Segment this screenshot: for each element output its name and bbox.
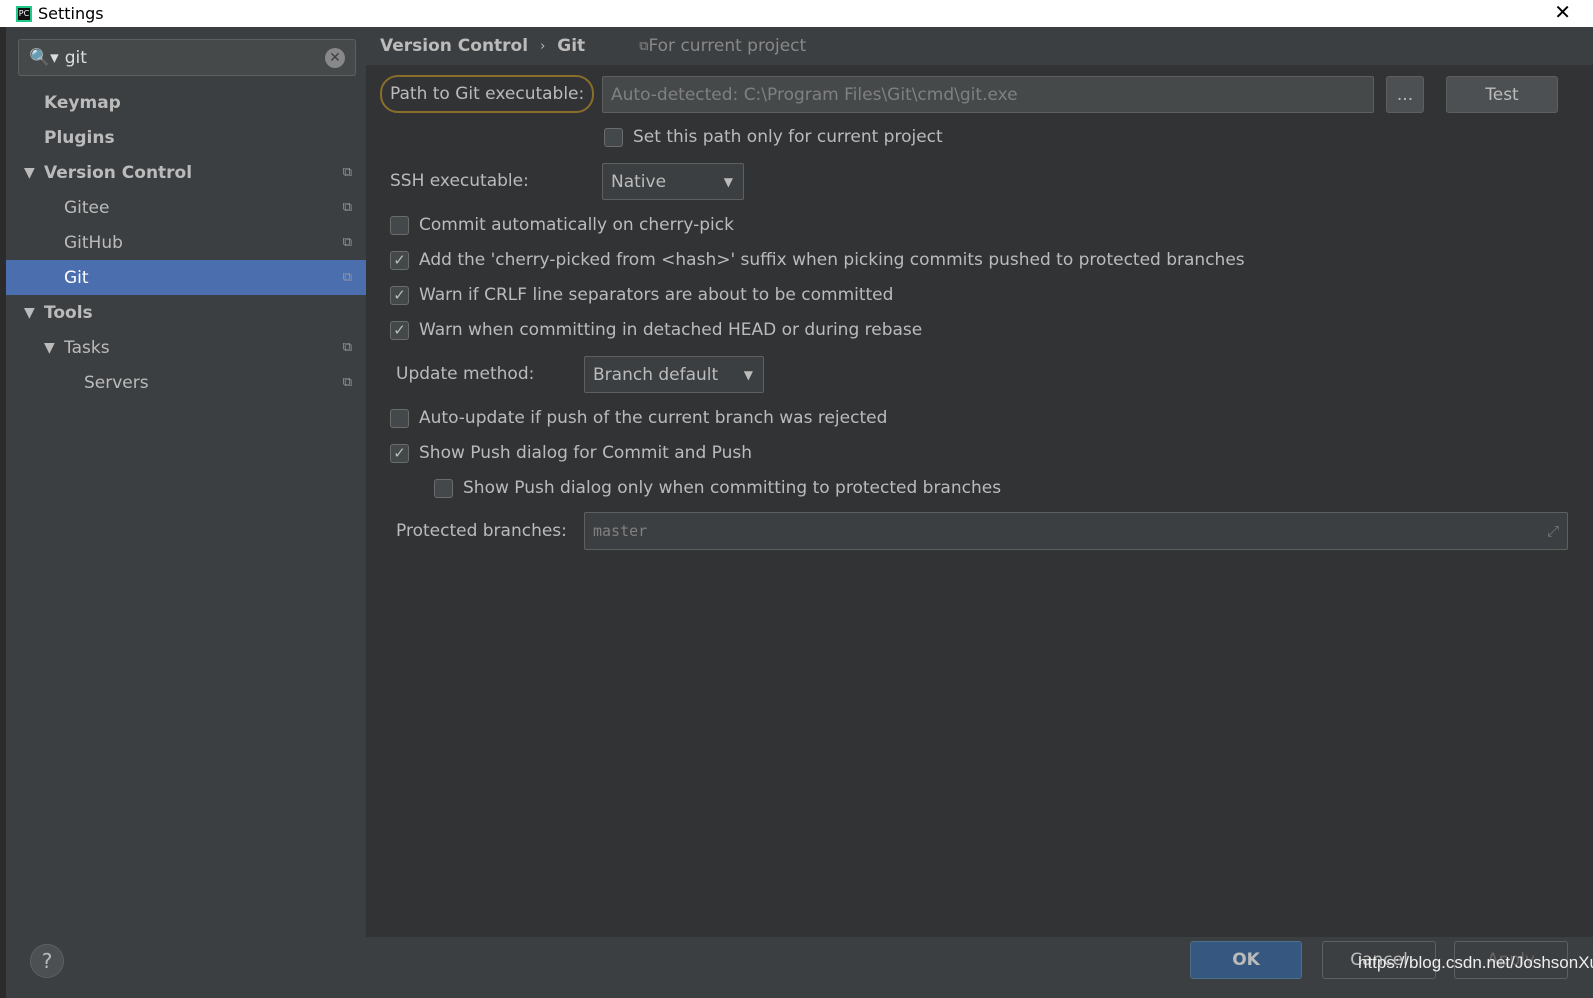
breadcrumb: Version Control › Git ⧉ For current proj… xyxy=(366,27,1593,65)
tree-item-github[interactable]: GitHub ⧉ xyxy=(6,225,366,260)
tree-item-version-control[interactable]: ▼ Version Control ⧉ xyxy=(6,155,366,190)
breadcrumb-current: Git xyxy=(557,36,586,56)
tree-item-label: Gitee xyxy=(64,197,110,218)
project-scope-icon: ⧉ xyxy=(342,340,352,355)
update-method-value: Branch default xyxy=(593,364,719,385)
checkbox-label: Auto-update if push of the current branc… xyxy=(419,408,888,428)
test-button[interactable]: Test xyxy=(1446,76,1558,113)
checkbox-label: Warn when committing in detached HEAD or… xyxy=(419,320,923,340)
git-path-placeholder: Auto-detected: C:\Program Files\Git\cmd\… xyxy=(611,84,1018,105)
tree-item-gitee[interactable]: Gitee ⧉ xyxy=(6,190,366,225)
search-icon: 🔍▾ xyxy=(29,47,59,68)
scope-label: For current project xyxy=(648,36,807,56)
breadcrumb-separator: › xyxy=(540,38,546,54)
project-scope-icon: ⧉ xyxy=(342,165,352,180)
tree-item-label: Git xyxy=(64,267,89,288)
search-value: git xyxy=(64,47,87,68)
suffix-checkbox[interactable]: ✓ Add the 'cherry-picked from <hash>' suf… xyxy=(390,250,1245,270)
cherry-pick-checkbox[interactable]: Commit automatically on cherry-pick xyxy=(390,215,734,235)
chevron-down-icon: ▼ xyxy=(723,174,733,189)
detached-head-checkbox[interactable]: ✓ Warn when committing in detached HEAD o… xyxy=(390,320,922,340)
project-scope-icon: ⧉ xyxy=(342,270,352,285)
tree-item-plugins[interactable]: Plugins xyxy=(6,120,366,155)
git-settings-panel: Version Control › Git ⧉ For current proj… xyxy=(366,27,1593,937)
tree-item-servers[interactable]: Servers ⧉ xyxy=(6,365,366,400)
tree-item-keymap[interactable]: Keymap xyxy=(6,85,366,120)
ssh-value: Native xyxy=(611,171,667,192)
crlf-checkbox[interactable]: ✓ Warn if CRLF line separators are about … xyxy=(390,285,893,305)
checkbox-label: Warn if CRLF line separators are about t… xyxy=(419,285,894,305)
window-title: Settings xyxy=(38,4,104,23)
expand-arrow-icon[interactable]: ▼ xyxy=(24,165,44,181)
checkbox-label: Show Push dialog for Commit and Push xyxy=(419,443,752,463)
checkbox-label: Add the 'cherry-picked from <hash>' suff… xyxy=(419,250,1245,270)
auto-update-checkbox[interactable]: Auto-update if push of the current branc… xyxy=(390,408,887,428)
project-scope-icon: ⧉ xyxy=(342,200,352,215)
ok-button[interactable]: OK xyxy=(1190,941,1302,979)
tree-item-label: Tasks xyxy=(64,337,110,358)
show-push-checkbox[interactable]: ✓ Show Push dialog for Commit and Push xyxy=(390,443,752,463)
checkbox-label: Commit automatically on cherry-pick xyxy=(419,215,734,235)
checkbox-label: Show Push dialog only when committing to… xyxy=(463,478,1002,498)
browse-button[interactable]: ... xyxy=(1386,76,1424,113)
tree-item-label: Servers xyxy=(84,372,149,393)
project-scope-icon: ⧉ xyxy=(342,375,352,390)
search-input[interactable]: 🔍▾ git ✕ xyxy=(18,39,356,76)
breadcrumb-parent[interactable]: Version Control xyxy=(380,36,528,56)
protected-branches-input[interactable]: master ⤢ xyxy=(584,512,1568,550)
tree-item-tasks[interactable]: ▼ Tasks ⧉ xyxy=(6,330,366,365)
git-path-input[interactable]: Auto-detected: C:\Program Files\Git\cmd\… xyxy=(602,76,1374,113)
tree-item-label: Tools xyxy=(44,302,93,323)
dialog-footer: ? OK Cancel Apply https://blog.csdn.net/… xyxy=(6,937,1593,998)
expand-icon[interactable]: ⤢ xyxy=(1547,522,1559,540)
chevron-down-icon: ▼ xyxy=(743,367,753,382)
checkbox-label: Set this path only for current project xyxy=(633,127,943,147)
expand-arrow-icon[interactable]: ▼ xyxy=(44,340,64,356)
show-push-protected-checkbox[interactable]: Show Push dialog only when committing to… xyxy=(434,478,1001,498)
pycharm-logo-icon: PC xyxy=(16,5,32,22)
path-label: Path to Git executable: xyxy=(380,75,595,113)
tree-item-label: Keymap xyxy=(44,92,121,113)
settings-sidebar: 🔍▾ git ✕ Keymap Plugins ▼ Version Control ⧉ G… xyxy=(6,27,366,937)
update-method-dropdown[interactable]: Branch default ▼ xyxy=(584,356,764,393)
protected-branches-value: master xyxy=(593,522,648,540)
tree-item-tools[interactable]: ▼ Tools xyxy=(6,295,366,330)
tree-item-git[interactable]: Git ⧉ xyxy=(6,260,366,295)
help-button[interactable]: ? xyxy=(30,944,64,978)
expand-arrow-icon[interactable]: ▼ xyxy=(24,305,44,321)
project-scope-icon: ⧉ xyxy=(342,235,352,250)
copy-icon: ⧉ xyxy=(639,38,649,54)
path-only-current-checkbox[interactable]: Set this path only for current project xyxy=(604,127,943,147)
close-icon[interactable]: ✕ xyxy=(1554,0,1571,24)
clear-search-icon[interactable]: ✕ xyxy=(325,47,345,68)
ssh-label: SSH executable: xyxy=(390,171,529,191)
tree-item-label: Plugins xyxy=(44,127,115,148)
update-method-label: Update method: xyxy=(396,364,535,384)
tree-item-label: GitHub xyxy=(64,232,123,253)
tree-item-label: Version Control xyxy=(44,162,193,183)
watermark: https://blog.csdn.net/JoshsonXu xyxy=(1358,953,1593,972)
path-label-text: Path to Git executable: xyxy=(390,84,585,104)
title-bar: PC Settings ✕ xyxy=(0,0,1593,27)
ssh-dropdown[interactable]: Native ▼ xyxy=(602,163,744,200)
settings-tree: Keymap Plugins ▼ Version Control ⧉ Gitee ⧉ GitH… xyxy=(6,85,366,400)
protected-branches-label: Protected branches: xyxy=(396,521,567,541)
